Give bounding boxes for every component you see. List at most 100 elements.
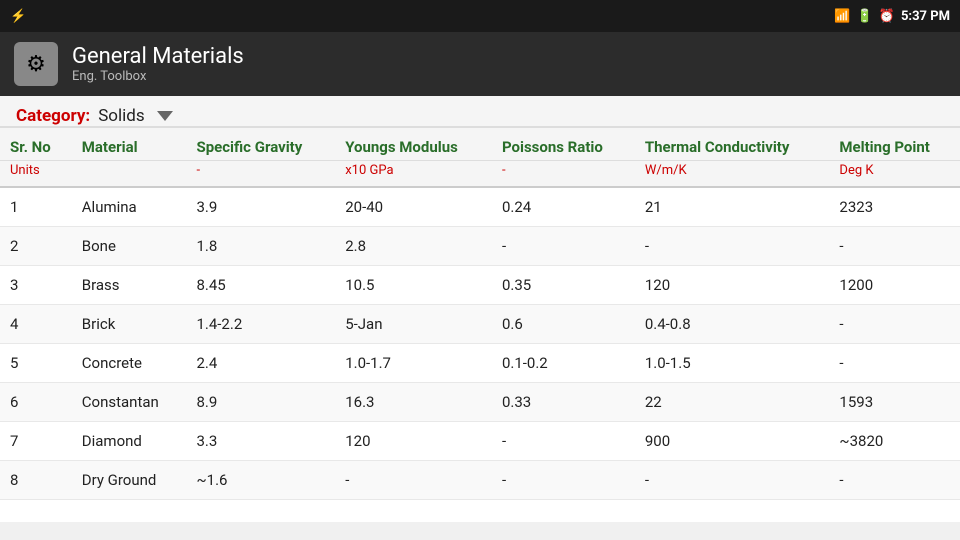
category-value: Solids xyxy=(98,106,144,126)
category-label: Category: xyxy=(16,106,90,126)
table-cell: 2 xyxy=(0,227,72,266)
table-header-row: Sr. No Material Specific Gravity Youngs … xyxy=(0,128,960,161)
table-cell: 8 xyxy=(0,461,72,500)
table-cell: Brass xyxy=(72,266,187,305)
col-material: Material xyxy=(72,128,187,161)
battery-icon: 🔋 xyxy=(857,9,873,24)
table-cell: - xyxy=(635,227,830,266)
table-cell: Alumina xyxy=(72,187,187,227)
status-left: ⚡ xyxy=(10,9,26,24)
table-cell: 20-40 xyxy=(335,187,492,227)
table-row: 1Alumina3.920-400.24212323 xyxy=(0,187,960,227)
table-row: 7Diamond3.3120-900~3820 xyxy=(0,422,960,461)
table-cell: Diamond xyxy=(72,422,187,461)
status-time: 5:37 PM xyxy=(901,9,950,24)
table-cell: 0.4-0.8 xyxy=(635,305,830,344)
table-cell: 8.9 xyxy=(186,383,335,422)
unit-tc: W/m/K xyxy=(635,161,830,188)
col-mp: Melting Point xyxy=(829,128,960,161)
unit-ym: x10 GPa xyxy=(335,161,492,188)
table-cell: 1200 xyxy=(829,266,960,305)
table-row: 4Brick1.4-2.25-Jan0.60.4-0.8- xyxy=(0,305,960,344)
col-srno: Sr. No xyxy=(0,128,72,161)
table-cell: 0.24 xyxy=(492,187,635,227)
table-cell: 2.8 xyxy=(335,227,492,266)
col-ym: Youngs Modulus xyxy=(335,128,492,161)
table-cell: 0.35 xyxy=(492,266,635,305)
table-cell: 3.9 xyxy=(186,187,335,227)
table-cell: 5 xyxy=(0,344,72,383)
table-cell: - xyxy=(492,227,635,266)
table-cell: 1.4-2.2 xyxy=(186,305,335,344)
table-cell: - xyxy=(635,461,830,500)
table-cell: Brick xyxy=(72,305,187,344)
table-wrapper[interactable]: Sr. No Material Specific Gravity Youngs … xyxy=(0,128,960,522)
unit-mp: Deg K xyxy=(829,161,960,188)
table-row: 6Constantan8.916.30.33221593 xyxy=(0,383,960,422)
table-cell: - xyxy=(829,461,960,500)
table-cell: 3 xyxy=(0,266,72,305)
table-cell: 4 xyxy=(0,305,72,344)
table-cell: ~1.6 xyxy=(186,461,335,500)
table-row: 3Brass8.4510.50.351201200 xyxy=(0,266,960,305)
table-cell: 6 xyxy=(0,383,72,422)
table-cell: 5-Jan xyxy=(335,305,492,344)
table-cell: 1.0-1.7 xyxy=(335,344,492,383)
col-tc: Thermal Conductivity xyxy=(635,128,830,161)
table-units-row: Units - x10 GPa - W/m/K Deg K xyxy=(0,161,960,188)
table-row: 8Dry Ground~1.6---- xyxy=(0,461,960,500)
table-cell: 22 xyxy=(635,383,830,422)
alarm-icon: ⏰ xyxy=(879,9,895,24)
table-cell: 2323 xyxy=(829,187,960,227)
app-title-block: General Materials Eng. Toolbox xyxy=(72,44,244,84)
table-cell: - xyxy=(829,305,960,344)
table-cell: 1.0-1.5 xyxy=(635,344,830,383)
app-subtitle: Eng. Toolbox xyxy=(72,69,244,84)
materials-table: Sr. No Material Specific Gravity Youngs … xyxy=(0,128,960,500)
table-cell: 120 xyxy=(635,266,830,305)
unit-pr: - xyxy=(492,161,635,188)
table-cell: 0.33 xyxy=(492,383,635,422)
table-cell: 0.1-0.2 xyxy=(492,344,635,383)
table-cell: Concrete xyxy=(72,344,187,383)
table-cell: 0.6 xyxy=(492,305,635,344)
table-cell: 10.5 xyxy=(335,266,492,305)
table-cell: 8.45 xyxy=(186,266,335,305)
table-cell: 3.3 xyxy=(186,422,335,461)
table-cell: 1 xyxy=(0,187,72,227)
table-cell: 2.4 xyxy=(186,344,335,383)
table-cell: - xyxy=(335,461,492,500)
table-cell: - xyxy=(829,344,960,383)
table-body: 1Alumina3.920-400.242123232Bone1.82.8---… xyxy=(0,187,960,500)
table-cell: 7 xyxy=(0,422,72,461)
table-cell: ~3820 xyxy=(829,422,960,461)
status-bar: ⚡ 📶 🔋 ⏰ 5:37 PM xyxy=(0,0,960,32)
unit-material xyxy=(72,161,187,188)
table-cell: 21 xyxy=(635,187,830,227)
usb-icon: ⚡ xyxy=(10,9,26,24)
unit-sg: - xyxy=(186,161,335,188)
category-row[interactable]: Category: Solids xyxy=(0,96,960,128)
app-title: General Materials xyxy=(72,44,244,69)
dropdown-arrow-icon[interactable] xyxy=(157,111,173,121)
col-sg: Specific Gravity xyxy=(186,128,335,161)
table-row: 5Concrete2.41.0-1.70.1-0.21.0-1.5- xyxy=(0,344,960,383)
table-cell: Bone xyxy=(72,227,187,266)
unit-srno: Units xyxy=(0,161,72,188)
table-row: 2Bone1.82.8--- xyxy=(0,227,960,266)
table-cell: 120 xyxy=(335,422,492,461)
table-cell: Dry Ground xyxy=(72,461,187,500)
table-cell: 1.8 xyxy=(186,227,335,266)
table-cell: 16.3 xyxy=(335,383,492,422)
col-pr: Poissons Ratio xyxy=(492,128,635,161)
table-cell: - xyxy=(492,422,635,461)
table-cell: Constantan xyxy=(72,383,187,422)
table-cell: - xyxy=(829,227,960,266)
status-right: 📶 🔋 ⏰ 5:37 PM xyxy=(834,9,950,24)
table-cell: 1593 xyxy=(829,383,960,422)
app-header: ⚙ General Materials Eng. Toolbox xyxy=(0,32,960,96)
table-cell: - xyxy=(492,461,635,500)
table-cell: 900 xyxy=(635,422,830,461)
app-icon: ⚙ xyxy=(14,42,58,86)
signal-icon: 📶 xyxy=(834,9,850,24)
